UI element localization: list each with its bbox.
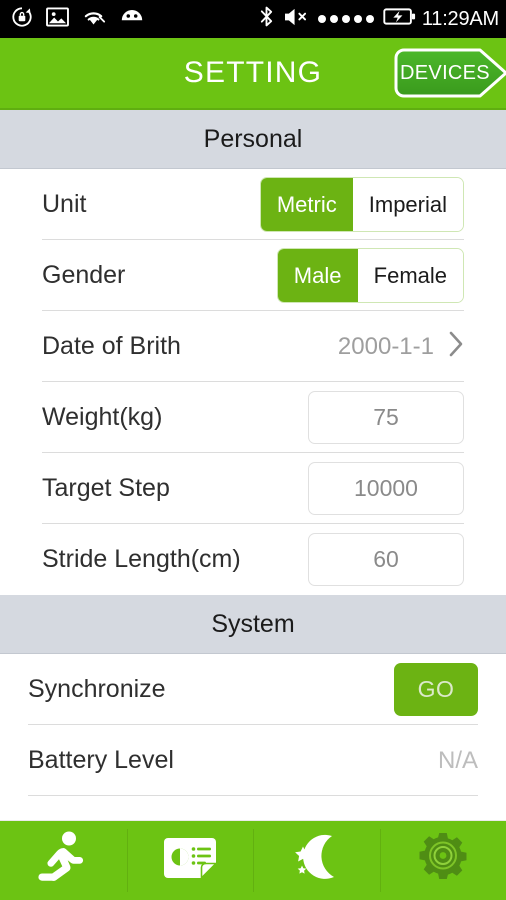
chevron-right-icon[interactable] bbox=[448, 330, 464, 363]
row-gender[interactable]: Gender Male Female bbox=[0, 240, 506, 311]
nav-tab-steps[interactable] bbox=[0, 821, 127, 900]
row-label-synchronize: Synchronize bbox=[28, 675, 166, 703]
row-stride-length[interactable]: Stride Length(cm) 60 bbox=[0, 524, 506, 595]
row-unit[interactable]: Unit Metric Imperial bbox=[0, 169, 506, 240]
target-step-input[interactable]: 10000 bbox=[308, 462, 464, 515]
bluetooth-icon bbox=[259, 5, 274, 33]
date-of-birth-value-group[interactable]: 2000-1-1 bbox=[338, 330, 464, 363]
status-bar: 11:29AM bbox=[0, 0, 506, 38]
section-header-personal: Personal bbox=[0, 110, 506, 169]
battery-charging-icon bbox=[383, 7, 416, 31]
status-bar-right-icons: 11:29AM bbox=[259, 5, 499, 33]
unit-option-metric[interactable]: Metric bbox=[260, 178, 353, 231]
running-person-icon bbox=[36, 830, 90, 891]
section-title: System bbox=[211, 609, 295, 638]
battery-level-value: N/A bbox=[437, 746, 478, 774]
status-bar-clock: 11:29AM bbox=[421, 7, 499, 30]
gender-option-female[interactable]: Female bbox=[357, 249, 463, 302]
stride-length-input-value: 60 bbox=[373, 546, 399, 572]
row-battery-level: Battery Level N/A bbox=[0, 725, 506, 796]
target-step-input-value: 10000 bbox=[354, 475, 418, 501]
weight-input[interactable]: 75 bbox=[308, 391, 464, 444]
status-bar-left-icons bbox=[11, 6, 145, 33]
date-of-birth-value: 2000-1-1 bbox=[337, 332, 434, 360]
synchronize-go-label: GO bbox=[417, 676, 455, 702]
section-personal: Personal Unit Metric Imperial Gender Mal… bbox=[0, 110, 506, 595]
gear-settings-icon bbox=[415, 830, 471, 891]
moon-stars-sleep-icon bbox=[288, 832, 344, 889]
row-label-stride-length: Stride Length(cm) bbox=[42, 545, 241, 573]
row-label-unit: Unit bbox=[42, 190, 87, 218]
nav-tab-settings[interactable] bbox=[379, 821, 506, 900]
page-title: SETTING bbox=[183, 56, 323, 89]
nav-tab-report[interactable] bbox=[126, 821, 254, 900]
row-label-gender: Gender bbox=[42, 261, 126, 289]
row-synchronize[interactable]: Synchronize GO bbox=[0, 654, 506, 725]
row-label-target-step: Target Step bbox=[42, 474, 170, 502]
devices-button-label: DEVICES bbox=[400, 61, 490, 84]
row-label-battery-level: Battery Level bbox=[28, 746, 174, 774]
volume-mute-icon bbox=[283, 6, 309, 33]
rotation-lock-icon bbox=[11, 6, 33, 33]
gender-option-male[interactable]: Male bbox=[277, 249, 358, 302]
app-screen: 11:29AM SETTING DEVICES Personal Unit Me… bbox=[0, 0, 506, 900]
row-date-of-birth[interactable]: Date of Brith 2000-1-1 bbox=[0, 311, 506, 382]
stride-length-input[interactable]: 60 bbox=[308, 533, 464, 586]
row-label-date-of-birth: Date of Brith bbox=[42, 332, 181, 360]
row-label-weight: Weight(kg) bbox=[42, 403, 163, 431]
synchronize-go-button[interactable]: GO bbox=[394, 663, 478, 716]
app-bar: SETTING DEVICES bbox=[0, 38, 506, 110]
row-target-step[interactable]: Target Step 10000 bbox=[0, 453, 506, 524]
row-weight[interactable]: Weight(kg) 75 bbox=[0, 382, 506, 453]
android-bugdroid-icon bbox=[119, 8, 145, 30]
nav-tab-sleep[interactable] bbox=[253, 821, 380, 900]
section-header-system: System bbox=[0, 595, 506, 654]
settings-content[interactable]: Personal Unit Metric Imperial Gender Mal… bbox=[0, 110, 506, 900]
unit-option-imperial[interactable]: Imperial bbox=[352, 178, 463, 231]
signal-dots-icon bbox=[317, 15, 374, 23]
bottom-navigation-bar[interactable] bbox=[0, 820, 506, 900]
row-divider bbox=[28, 795, 478, 796]
report-card-icon bbox=[162, 835, 218, 886]
section-system: System Synchronize GO Battery Level N/A bbox=[0, 595, 506, 796]
screenshot-image-icon bbox=[46, 6, 69, 32]
section-title: Personal bbox=[203, 124, 303, 153]
devices-button[interactable]: DEVICES bbox=[394, 48, 506, 98]
wifi-icon bbox=[82, 7, 106, 32]
unit-segmented-control[interactable]: Metric Imperial bbox=[259, 177, 464, 232]
weight-input-value: 75 bbox=[373, 404, 399, 430]
gender-segmented-control[interactable]: Male Female bbox=[276, 248, 464, 303]
